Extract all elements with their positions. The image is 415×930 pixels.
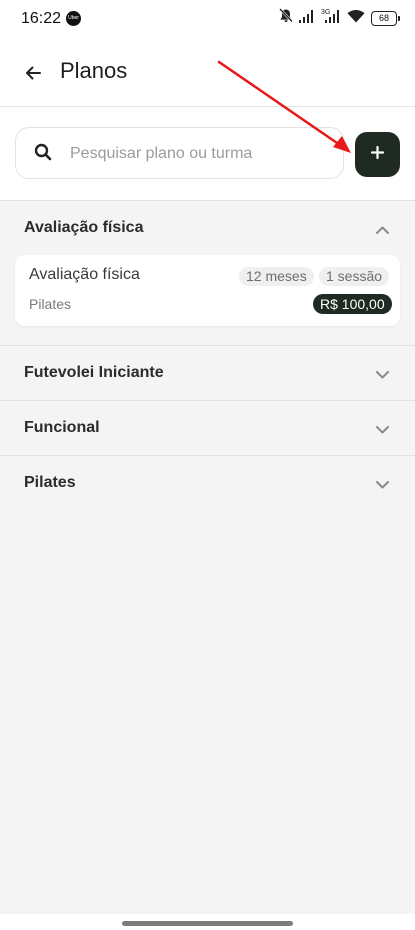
home-indicator[interactable] bbox=[122, 921, 293, 926]
status-time: 16:22 bbox=[21, 10, 62, 27]
section-title: Funcional bbox=[24, 419, 100, 436]
wifi-icon bbox=[347, 9, 365, 28]
search-icon bbox=[34, 143, 52, 166]
section-title: Pilates bbox=[24, 474, 76, 491]
signal-strength-icon bbox=[299, 9, 315, 28]
section-title: Avaliação física bbox=[24, 219, 144, 236]
signal-3g-icon: 3G bbox=[321, 8, 341, 29]
plan-card[interactable]: Avaliação física 12 meses 1 sessão Pilat… bbox=[15, 255, 400, 326]
plan-name: Avaliação física bbox=[29, 266, 140, 283]
silent-mode-icon bbox=[279, 8, 293, 28]
section-pilates: Pilates bbox=[0, 456, 415, 510]
section-header-pilates[interactable]: Pilates bbox=[0, 456, 415, 510]
app-header: Planos bbox=[0, 38, 415, 107]
section-header-futevolei-iniciante[interactable]: Futevolei Iniciante bbox=[0, 346, 415, 400]
search-box[interactable] bbox=[15, 127, 344, 179]
chevron-up-icon[interactable] bbox=[376, 221, 389, 239]
section-header-avaliacao-fisica[interactable]: Avaliação física bbox=[0, 201, 415, 255]
section-title: Futevolei Iniciante bbox=[24, 364, 164, 381]
plan-duration-tag: 12 meses bbox=[239, 267, 314, 286]
add-plan-button[interactable] bbox=[355, 132, 400, 177]
chevron-down-icon[interactable] bbox=[376, 421, 389, 439]
plan-category: Pilates bbox=[29, 296, 72, 312]
chevron-down-icon[interactable] bbox=[376, 366, 389, 384]
status-bar: 16:22 Uber 3G 68 bbox=[0, 0, 415, 38]
section-funcional: Funcional bbox=[0, 401, 415, 455]
page-title: Planos bbox=[60, 58, 128, 83]
search-area bbox=[0, 107, 415, 201]
status-icons: 3G 68 bbox=[279, 8, 400, 29]
plus-icon bbox=[370, 145, 385, 164]
plan-price-badge: R$ 100,00 bbox=[313, 294, 392, 314]
plan-sessions-tag: 1 sessão bbox=[319, 267, 390, 286]
search-input[interactable] bbox=[68, 140, 332, 168]
svg-text:3G: 3G bbox=[321, 9, 330, 16]
section-header-funcional[interactable]: Funcional bbox=[0, 401, 415, 455]
section-futevolei-iniciante: Futevolei Iniciante bbox=[0, 346, 415, 400]
battery-icon: 68 bbox=[371, 10, 400, 26]
uber-notification-icon: Uber bbox=[66, 11, 81, 26]
chevron-down-icon[interactable] bbox=[376, 476, 389, 494]
back-arrow-icon[interactable] bbox=[18, 58, 48, 88]
